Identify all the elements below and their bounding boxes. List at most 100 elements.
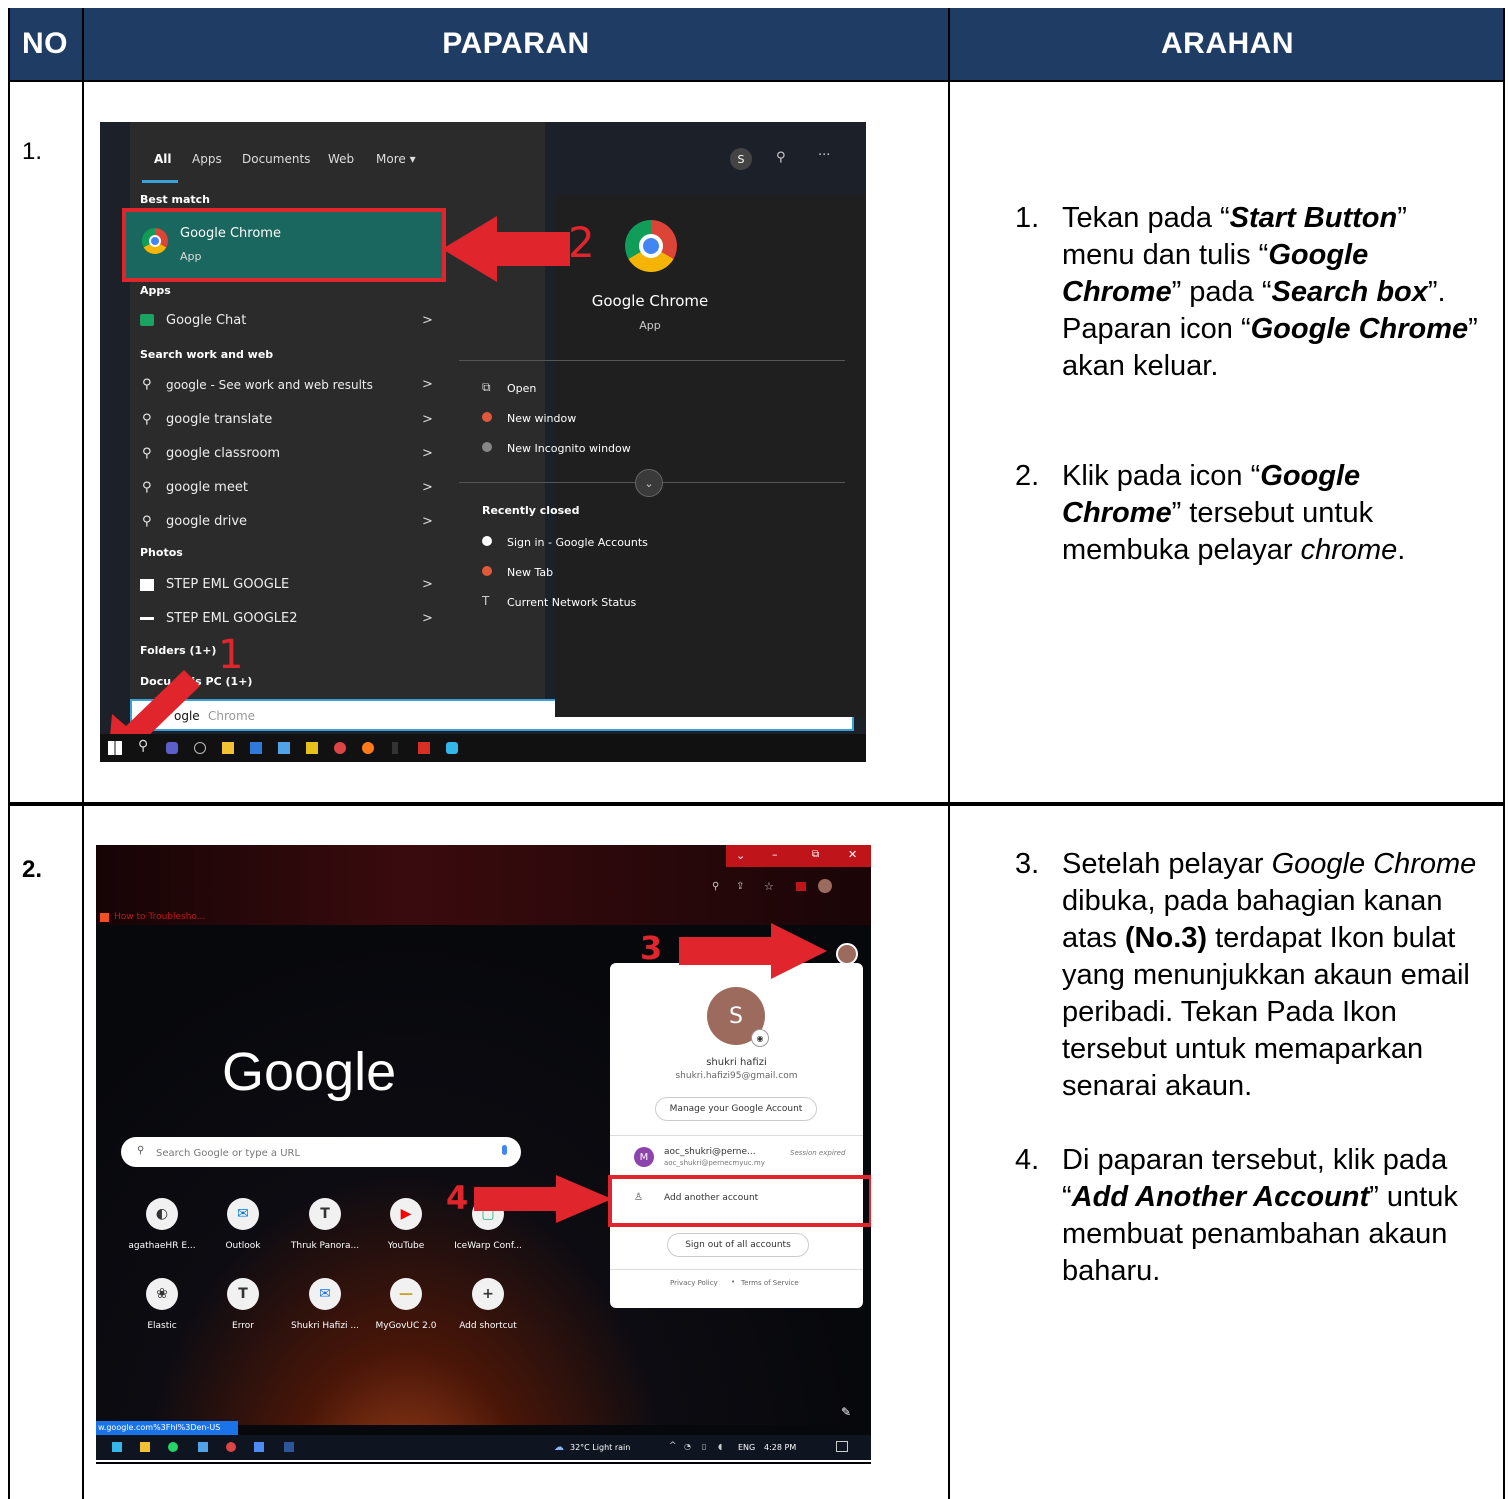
search-input-hint: Chrome: [208, 709, 256, 723]
profile-avatar-button[interactable]: [836, 943, 858, 965]
tab-apps[interactable]: Apps: [192, 152, 222, 166]
account-name[interactable]: aoc_shukri@perne...: [664, 1147, 756, 1157]
shortcut-icon[interactable]: ◐: [146, 1198, 178, 1230]
word-icon[interactable]: [284, 1442, 294, 1452]
more-options-icon[interactable]: ···: [818, 148, 830, 163]
chevron-right-icon[interactable]: >: [422, 412, 433, 427]
chat-icon[interactable]: [112, 1442, 122, 1452]
avatar[interactable]: S: [730, 148, 752, 170]
app-icon[interactable]: [418, 742, 430, 754]
chrome-icon[interactable]: [334, 742, 346, 754]
clock[interactable]: 4:28 PM: [764, 1443, 796, 1452]
google-icon: [482, 536, 492, 546]
chevron-right-icon[interactable]: >: [422, 577, 433, 592]
tab-all[interactable]: All: [154, 152, 172, 166]
chevron-right-icon[interactable]: >: [422, 313, 433, 328]
share-icon[interactable]: ⇪: [736, 881, 744, 892]
chevron-up-icon[interactable]: ^: [669, 1441, 677, 1451]
app-icon[interactable]: [392, 742, 398, 754]
shortcut-icon[interactable]: T: [309, 1198, 341, 1230]
recent-item[interactable]: Current Network Status: [507, 596, 636, 609]
whatsapp-icon[interactable]: [168, 1442, 178, 1452]
microphone-icon[interactable]: [502, 1145, 507, 1155]
app-icon[interactable]: [198, 1442, 208, 1452]
minimize-icon[interactable]: –: [772, 848, 778, 861]
recent-item[interactable]: Sign in - Google Accounts: [507, 536, 648, 549]
extension-icon[interactable]: [796, 882, 806, 891]
search-suggestion[interactable]: google classroom: [166, 446, 280, 461]
search-icon: ⚲: [142, 412, 152, 427]
search-suggestion[interactable]: google drive: [166, 514, 247, 529]
action-new-window[interactable]: New window: [507, 412, 576, 425]
search-suggestion[interactable]: google - See work and web results: [166, 378, 373, 392]
chrome-icon[interactable]: [226, 1442, 236, 1452]
zoom-icon[interactable]: ⚲: [712, 881, 719, 892]
chevron-right-icon[interactable]: >: [422, 514, 433, 529]
browser-tab[interactable]: How to Troublesho...: [114, 912, 205, 922]
terms-link[interactable]: Terms of Service: [741, 1279, 799, 1287]
volume-icon[interactable]: ◖: [718, 1442, 722, 1451]
teams-icon[interactable]: [166, 742, 178, 754]
search-icon[interactable]: ⚲: [138, 738, 148, 754]
chat-icon[interactable]: [446, 742, 458, 754]
outlook-icon[interactable]: ✉: [227, 1198, 259, 1230]
firefox-icon[interactable]: [362, 742, 374, 754]
add-shortcut-icon[interactable]: +: [472, 1278, 504, 1310]
search-suggestion[interactable]: google meet: [166, 480, 248, 495]
language[interactable]: ENG: [738, 1443, 755, 1452]
chevron-down-icon[interactable]: ⌄: [635, 469, 663, 497]
start-icon[interactable]: [108, 741, 122, 755]
network-icon[interactable]: ◔: [684, 1442, 691, 1451]
weather[interactable]: 32°C Light rain: [570, 1443, 630, 1452]
shortcut-label: IceWarp Conf...: [454, 1241, 522, 1251]
result-photo[interactable]: STEP EML GOOGLE2: [166, 611, 298, 626]
recent-item[interactable]: New Tab: [507, 566, 553, 579]
sign-out-button[interactable]: Sign out of all accounts: [667, 1233, 809, 1257]
column-divider: [948, 8, 950, 1499]
search-suggestion[interactable]: google translate: [166, 412, 272, 427]
mail-icon[interactable]: [250, 742, 262, 754]
instruction-text: Tekan pada “Start Button” menu dan tulis…: [1062, 200, 1485, 385]
shield-icon[interactable]: [254, 1442, 264, 1452]
tab-documents[interactable]: Documents: [242, 152, 310, 166]
chrome-icon: [482, 412, 492, 422]
action-open[interactable]: Open: [507, 382, 536, 395]
app-icon[interactable]: [306, 742, 318, 754]
preview-title: Google Chrome: [591, 292, 709, 310]
action-incognito[interactable]: New Incognito window: [507, 442, 631, 455]
screenshot-border: [96, 1462, 871, 1464]
tab-more[interactable]: More ▾: [376, 152, 416, 166]
notification-icon[interactable]: [836, 1441, 848, 1452]
feedback-icon[interactable]: ⚲: [776, 150, 786, 165]
chevron-right-icon[interactable]: >: [422, 446, 433, 461]
manage-account-button[interactable]: Manage your Google Account: [655, 1097, 817, 1121]
restore-icon[interactable]: ⧉: [812, 849, 819, 860]
chevron-right-icon[interactable]: >: [422, 611, 433, 626]
search-icon: ⚲: [137, 1145, 145, 1156]
mail-icon[interactable]: ✉: [309, 1278, 341, 1310]
star-icon[interactable]: ☆: [764, 880, 774, 893]
elastic-icon[interactable]: ❀: [146, 1278, 178, 1310]
chevron-down-icon[interactable]: ⌄: [736, 849, 745, 862]
battery-icon[interactable]: ▯: [702, 1442, 706, 1451]
result-google-chat[interactable]: Google Chat: [166, 313, 246, 328]
camera-icon[interactable]: ◉: [751, 1029, 769, 1047]
result-photo[interactable]: STEP EML GOOGLE: [166, 577, 289, 592]
youtube-icon[interactable]: ▶: [390, 1198, 422, 1230]
store-icon[interactable]: [278, 742, 290, 754]
divider: [459, 360, 845, 361]
privacy-link[interactable]: Privacy Policy: [670, 1279, 718, 1287]
search-web-label: Search work and web: [140, 348, 274, 361]
chevron-right-icon[interactable]: >: [422, 377, 433, 392]
folder-icon[interactable]: [222, 742, 234, 754]
close-icon[interactable]: ✕: [848, 848, 857, 861]
customize-icon[interactable]: ✎: [841, 1405, 851, 1419]
avatar[interactable]: [818, 879, 832, 893]
clock-icon[interactable]: [194, 742, 206, 754]
shortcut-icon[interactable]: —: [390, 1278, 422, 1310]
red-arrow-right: [679, 923, 827, 979]
shortcut-icon[interactable]: T: [227, 1278, 259, 1310]
chevron-right-icon[interactable]: >: [422, 480, 433, 495]
folder-icon[interactable]: [140, 1442, 150, 1452]
tab-web[interactable]: Web: [328, 152, 354, 166]
